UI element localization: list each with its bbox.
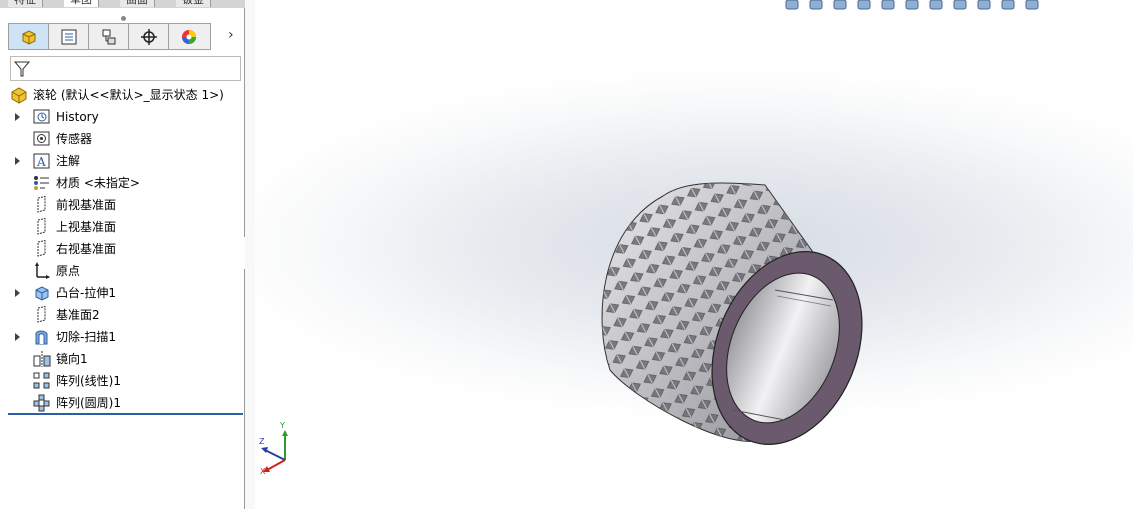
triad-z-label: Z: [259, 437, 265, 446]
mirror-icon: [33, 351, 51, 367]
tab-property-manager[interactable]: [49, 24, 89, 49]
plane-icon: [37, 240, 46, 257]
graphics-area[interactable]: Y Z X: [255, 0, 1133, 509]
svg-text:A: A: [36, 155, 46, 169]
tab-features[interactable]: 特征: [8, 0, 43, 7]
triad-y-label: Y: [280, 421, 285, 430]
crosshair-icon: [140, 28, 157, 45]
history-icon: [33, 109, 50, 124]
model-canvas: [261, 182, 889, 472]
tab-configuration-manager[interactable]: [89, 24, 129, 49]
tree-item-label: 材质 <未指定>: [56, 176, 140, 190]
tab-surfaces[interactable]: 曲面: [120, 0, 155, 7]
tab-feature-manager[interactable]: [9, 24, 49, 49]
circular-pattern-icon: [33, 394, 50, 412]
part-icon: [22, 29, 35, 45]
feature-filter[interactable]: [10, 56, 241, 81]
sweep-cut-icon: [35, 330, 48, 345]
tree-item-label: 基准面2: [56, 308, 100, 322]
expand-arrow-icon[interactable]: [15, 157, 20, 165]
expand-arrow-icon[interactable]: [15, 113, 20, 121]
manager-tabs: [8, 23, 211, 50]
part-icon: [11, 87, 27, 104]
panel-grip-handle[interactable]: [121, 16, 126, 21]
plane-icon: [37, 218, 46, 235]
tree-item-label: 阵列(线性)1: [56, 374, 121, 388]
plane-icon: [37, 196, 46, 213]
annotation-icon: A: [33, 153, 50, 169]
command-manager-tabs: 特征 草图 曲面 钣金: [0, 0, 245, 8]
more-tabs-button[interactable]: ›: [228, 27, 234, 43]
roller-model[interactable]: [601, 182, 889, 467]
rollback-bar[interactable]: [8, 413, 243, 415]
tab-sheet-metal[interactable]: 钣金: [176, 0, 211, 7]
tree-item-label: 右视基准面: [56, 242, 117, 256]
extrude-icon: [35, 286, 49, 301]
tree-item-label: 阵列(圆周)1: [56, 396, 121, 410]
tree-root-label: 滚轮 (默认<<默认>_显示状态 1>): [33, 88, 224, 102]
tab-sketch[interactable]: 草图: [64, 0, 99, 7]
tree-item-label: 上视基准面: [56, 220, 117, 234]
expand-arrow-icon[interactable]: [15, 333, 20, 341]
property-icon: [61, 29, 76, 44]
tree-item-label: 原点: [56, 264, 81, 278]
tree-item-label: 凸台-拉伸1: [56, 286, 116, 300]
linear-pattern-icon: [33, 372, 50, 389]
origin-icon: [35, 262, 50, 279]
expand-arrow-icon[interactable]: [15, 289, 20, 297]
triad-x-label: X: [260, 467, 266, 476]
configuration-icon: [102, 29, 115, 44]
sensor-icon: [33, 131, 50, 146]
viewport-edge: [245, 0, 255, 509]
tree-item-label: History: [56, 110, 99, 124]
view-triad: [261, 430, 288, 472]
tree-item-label: 前视基准面: [56, 198, 117, 212]
plane-icon: [37, 306, 46, 323]
tab-dimxpert-manager[interactable]: [129, 24, 169, 49]
appearance-icon: [182, 29, 196, 44]
tree-item-label: 注解: [56, 154, 81, 168]
tree-item-label: 传感器: [56, 132, 93, 146]
material-icon: [34, 176, 49, 190]
filter-icon: [13, 61, 31, 77]
tree-item-label: 切除-扫描1: [56, 330, 116, 344]
tab-display-manager[interactable]: [169, 24, 209, 49]
tree-item-label: 镜向1: [56, 352, 88, 366]
